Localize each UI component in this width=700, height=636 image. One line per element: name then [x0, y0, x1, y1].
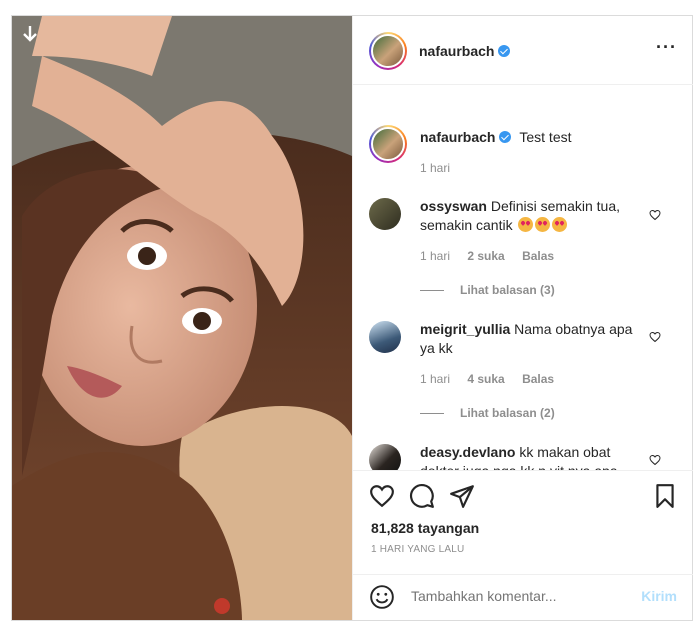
caption: nafaurbach Test test	[420, 128, 670, 147]
verified-badge-icon	[498, 45, 511, 57]
comment-text: deasy.devlano kk makan obat dokter juga …	[420, 444, 618, 470]
verified-badge-icon	[499, 131, 512, 143]
comment-like-heart-icon[interactable]	[649, 331, 661, 343]
view-replies-button[interactable]: Lihat balasan (2)	[420, 406, 555, 420]
comment-meta: 1 hari 4 suka Balas	[420, 372, 555, 386]
view-count[interactable]: 81,828 tayangan	[371, 520, 479, 536]
comment-likes[interactable]: 2 suka	[467, 249, 504, 263]
post-time: 1 HARI YANG LALU	[371, 544, 465, 555]
like-heart-icon[interactable]	[369, 483, 395, 509]
comment-input[interactable]	[411, 588, 611, 604]
post-header: nafaurbach ···	[353, 16, 693, 85]
add-comment-bar: Kirim	[353, 574, 693, 621]
post-sidebar: nafaurbach ··· nafaurbach Test test 1 ha…	[352, 16, 693, 620]
caption-text: Test test	[519, 129, 572, 145]
heart-eyes-emoji-icon	[518, 217, 534, 232]
video-frame	[12, 16, 352, 620]
caption-avatar[interactable]	[369, 125, 407, 163]
comment-avatar[interactable]	[369, 444, 401, 470]
download-icon[interactable]	[20, 24, 40, 44]
comment-username[interactable]: ossyswan	[420, 198, 487, 214]
post-actions: 81,828 tayangan 1 HARI YANG LALU	[353, 470, 693, 575]
comment-likes[interactable]: 4 suka	[467, 372, 504, 386]
caption-time: 1 hari	[420, 161, 451, 175]
save-bookmark-icon[interactable]	[652, 483, 678, 509]
more-options-icon[interactable]: ···	[656, 38, 677, 56]
view-replies-button[interactable]: Lihat balasan (3)	[420, 283, 555, 297]
comment-username[interactable]: deasy.devlano	[420, 444, 515, 460]
post-dialog: nafaurbach ··· nafaurbach Test test 1 ha…	[11, 15, 693, 621]
post-video[interactable]	[12, 16, 352, 620]
reply-button[interactable]: Balas	[522, 249, 554, 263]
caption-username[interactable]: nafaurbach	[420, 129, 495, 145]
comments-list[interactable]: nafaurbach Test test 1 hari ossyswan Def…	[353, 85, 693, 470]
heart-eyes-emoji-icon	[552, 217, 568, 232]
emoji-smiley-icon[interactable]	[369, 584, 395, 610]
comment-meta: 1 hari 2 suka Balas	[420, 249, 555, 263]
replies-divider	[420, 413, 444, 415]
author-avatar[interactable]	[369, 32, 407, 70]
comment-text: meigrit_yullia Nama obatnya apa ya kk	[420, 321, 633, 356]
share-paper-plane-icon[interactable]	[449, 483, 475, 509]
comment-like-heart-icon[interactable]	[649, 454, 661, 466]
comment-like-heart-icon[interactable]	[649, 209, 661, 221]
author-username[interactable]: nafaurbach	[419, 43, 511, 59]
reply-button[interactable]: Balas	[522, 372, 554, 386]
replies-divider	[420, 290, 444, 292]
comment-username[interactable]: meigrit_yullia	[420, 321, 510, 337]
post-comment-button[interactable]: Kirim	[641, 588, 677, 604]
comment-text: ossyswan Definisi semakin tua, semakin c…	[420, 198, 620, 233]
comment-bubble-icon[interactable]	[409, 483, 435, 509]
comment-avatar[interactable]	[369, 198, 401, 230]
comment-avatar[interactable]	[369, 321, 401, 353]
heart-eyes-emoji-icon	[535, 217, 551, 232]
